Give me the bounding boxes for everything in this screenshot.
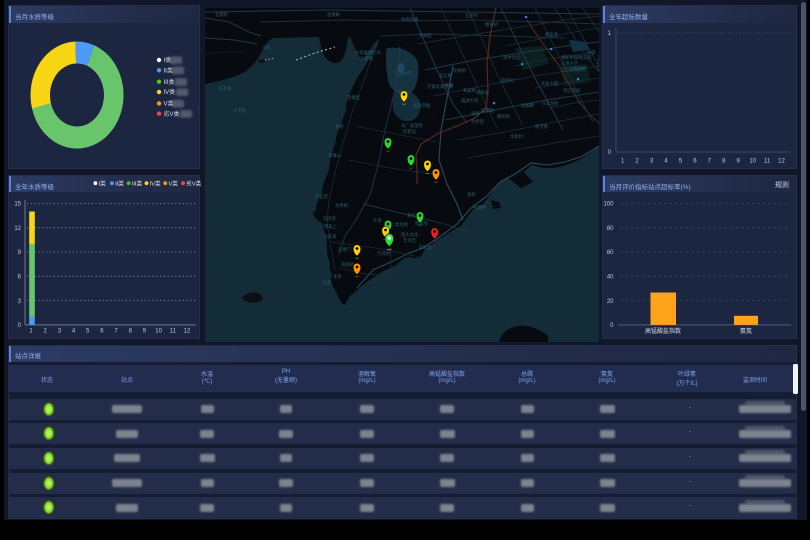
svg-text:张巷: 张巷 <box>471 110 480 117</box>
svg-text:小白龙桥: 小白龙桥 <box>541 100 559 107</box>
svg-text:茂塘里: 茂塘里 <box>347 94 361 101</box>
svg-text:南泰上: 南泰上 <box>324 223 338 229</box>
svg-text:东绛大学: 东绛大学 <box>561 60 579 67</box>
svg-text:军嶂山: 军嶂山 <box>328 152 341 159</box>
svg-text:吴都路: 吴都路 <box>521 102 535 109</box>
svg-text:白石里: 白石里 <box>315 193 329 200</box>
svg-text:郑家桥: 郑家桥 <box>476 89 490 96</box>
svg-text:梁中社区: 梁中社区 <box>503 54 521 61</box>
svg-text:吴都路: 吴都路 <box>481 107 495 114</box>
svg-text:南杨桥: 南杨桥 <box>341 261 355 268</box>
svg-text:渔头文化: 渔头文化 <box>401 231 419 238</box>
svg-text:江南大学: 江南大学 <box>395 70 413 77</box>
svg-text:中南西路: 中南西路 <box>401 16 419 23</box>
svg-text:寿安桥: 寿安桥 <box>463 87 477 94</box>
svg-text:(无锡分校): (无锡分校) <box>563 66 584 73</box>
svg-text:东鸣里: 东鸣里 <box>323 215 337 222</box>
svg-text:惠风桥: 惠风桥 <box>497 113 511 120</box>
svg-text:感知中国博览园: 感知中国博览园 <box>561 54 591 61</box>
svg-text:大渡蠡湖之光: 大渡蠡湖之光 <box>355 49 381 56</box>
svg-text:沈家: 沈家 <box>333 273 342 280</box>
svg-text:胡家渡: 胡家渡 <box>545 31 559 38</box>
svg-text:天安大厦: 天安大厦 <box>541 80 559 87</box>
svg-text:吴塘门: 吴塘门 <box>338 246 351 253</box>
svg-text:高浪西路: 高浪西路 <box>413 102 431 109</box>
svg-text:社桥里: 社桥里 <box>471 118 485 125</box>
svg-text:乐维桥: 乐维桥 <box>453 67 467 74</box>
svg-text:科普馆: 科普馆 <box>403 128 417 135</box>
svg-text:滨湖区: 滨湖区 <box>419 32 433 39</box>
svg-text:查桥: 查桥 <box>335 123 344 130</box>
svg-text:五星村: 五星村 <box>465 12 479 18</box>
svg-text:大浮里: 大浮里 <box>233 107 247 114</box>
svg-text:渔港路: 渔港路 <box>327 11 341 18</box>
svg-text:无锡太湖学院: 无锡太湖学院 <box>427 83 453 90</box>
svg-text:超南村: 超南村 <box>501 77 515 84</box>
svg-text:大桥堍: 大桥堍 <box>360 55 374 62</box>
svg-text:塘铁桥: 塘铁桥 <box>485 21 499 28</box>
svg-text:蠡湖大道: 蠡湖大道 <box>461 97 479 104</box>
svg-text:周泾巷: 周泾巷 <box>535 123 549 130</box>
svg-text:小溪浦: 小溪浦 <box>323 233 337 240</box>
svg-text:九浦: 九浦 <box>322 279 331 286</box>
svg-text:乌水: 乌水 <box>262 44 271 51</box>
svg-text:张桥: 张桥 <box>467 191 476 198</box>
svg-text:祝塘桥: 祝塘桥 <box>473 204 487 211</box>
svg-text:壬子港: 壬子港 <box>218 85 232 92</box>
svg-text:吉祥桥: 吉祥桥 <box>377 250 391 257</box>
svg-text:北庄桥: 北庄桥 <box>439 72 453 79</box>
svg-text:新生桥: 新生桥 <box>395 221 409 228</box>
svg-text:龙寺桥: 龙寺桥 <box>335 202 349 209</box>
svg-text:华庄街道: 华庄街道 <box>563 87 581 94</box>
svg-text:华新村: 华新村 <box>510 133 524 140</box>
svg-text:艺术宫: 艺术宫 <box>403 237 416 244</box>
svg-text:薛家里: 薛家里 <box>419 244 433 251</box>
svg-text:长广溪湿地: 长广溪湿地 <box>401 122 423 129</box>
svg-text:叶巷: 叶巷 <box>373 217 382 224</box>
svg-text:石塘桥: 石塘桥 <box>215 11 229 18</box>
